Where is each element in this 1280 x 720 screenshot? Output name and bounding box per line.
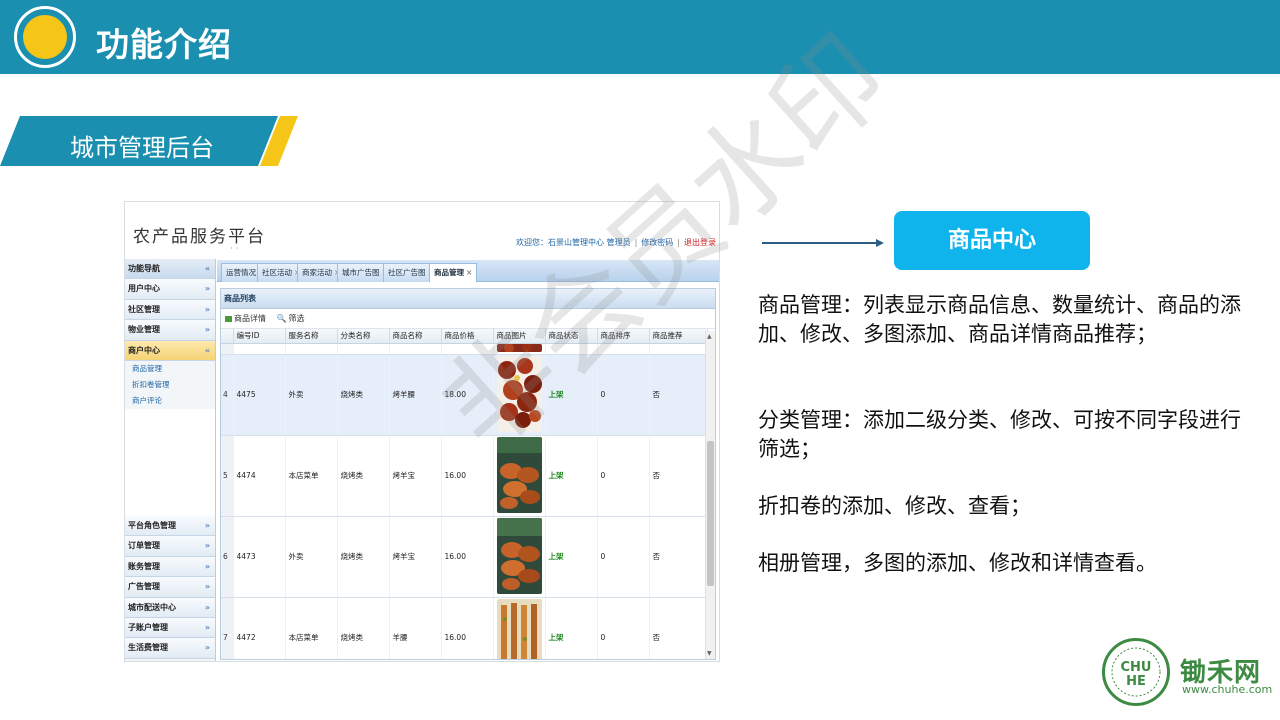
sidebar: 功能导航 « 用户中心» 社区管理» 物业管理» 商户中心 « 商品管理 折扣卷管理… — [125, 259, 216, 661]
tab-bar: 运营情况 社区活动× 商家活动× 城市广告图× 社区广告图× 商品管理× — [217, 260, 719, 282]
logout-link[interactable]: 退出登录 — [684, 238, 716, 247]
sidebar-sub-reviews[interactable]: 商户评论 — [125, 393, 215, 409]
column-header: 商品价格 — [441, 329, 494, 344]
sidebar-item-ads[interactable]: 广告管理» — [125, 577, 215, 598]
description-goods-management: 商品管理：列表显示商品信息、数量统计、商品的添加、修改、多图添加、商品详情商品推… — [758, 293, 1241, 346]
chevron-down-icon: » — [204, 561, 210, 571]
food-image — [496, 436, 542, 513]
description-coupons: 折扣卷的添加、修改、查看； — [758, 494, 1031, 518]
chevron-down-icon: » — [204, 622, 210, 632]
chevron-down-icon: » — [204, 284, 210, 294]
chevron-down-icon: » — [204, 325, 210, 335]
arrow-right-icon — [876, 239, 884, 247]
brand-url[interactable]: www.chuhe.com — [1182, 683, 1272, 696]
sidebar-item-subaccounts[interactable]: 子账户管理» — [125, 617, 215, 639]
column-header: 商品图片 — [493, 329, 546, 344]
sidebar-item-living-fees[interactable]: 生活费管理» — [125, 638, 215, 659]
sidebar-item-orders[interactable]: 订单管理» — [125, 536, 215, 557]
chevron-down-icon: » — [204, 643, 210, 653]
table-row-partial — [221, 343, 708, 355]
description-albums: 相册管理，多图的添加、修改和详情查看。 — [758, 551, 1157, 575]
chevron-down-icon: » — [204, 602, 210, 612]
chuhe-logo: CHU HE — [1102, 638, 1170, 706]
chevron-down-icon: » — [204, 304, 210, 314]
sidebar-item-roles[interactable]: 平台角色管理» — [125, 515, 215, 537]
goods-list-panel: 商品列表 商品详情 🔍筛选 编号ID 服务名称 分类名称 商品名称 商品价格 — [220, 288, 716, 660]
goods-table: 编号ID 服务名称 分类名称 商品名称 商品价格 商品图片 商品状态 商品排序 … — [221, 329, 708, 659]
slide-title: 功能介绍 — [96, 25, 232, 64]
table-header: 编号ID 服务名称 分类名称 商品名称 商品价格 商品图片 商品状态 商品排序 … — [221, 329, 708, 344]
chevron-down-icon: » — [204, 541, 210, 551]
sidebar-sub-goods[interactable]: 商品管理 — [125, 361, 215, 377]
chevron-up-icon: « — [204, 345, 210, 355]
app-title: 农产品服务平台 — [133, 227, 266, 247]
filter-button[interactable]: 🔍 筛选 — [277, 314, 305, 323]
sidebar-item-user-center[interactable]: 用户中心» — [125, 279, 215, 300]
collapse-icon: « — [204, 264, 210, 273]
scroll-up-icon: ▲ — [707, 333, 712, 340]
app-title-dots: · · — [230, 244, 239, 254]
column-header: 商品状态 — [545, 329, 598, 344]
table-row[interactable]: 4 4475 外卖 烧烤类 烤羊腰 18.00 上架 0 否 — [221, 354, 708, 436]
slide: 功能介绍 城市管理后台 农产品服务平台 · · 欢迎您：石景山管理中心 管理员 |… — [0, 0, 1280, 720]
column-header: 商品推荐 — [649, 329, 708, 344]
title-banner: 功能介绍 — [0, 0, 1280, 74]
chevron-down-icon: » — [204, 582, 210, 592]
sidebar-item-merchant-center[interactable]: 商户中心 « — [125, 340, 215, 361]
tab-operations[interactable]: 运营情况 — [221, 263, 261, 282]
welcome-text: 欢迎您：石景山管理中心 管理员 — [516, 238, 631, 247]
sidebar-sub-coupons[interactable]: 折扣卷管理 — [125, 377, 215, 393]
food-image — [496, 343, 542, 353]
food-image — [496, 517, 542, 594]
table-row[interactable]: 5 4474 本店菜单 烧烤类 烤羊宝 16.00 上架 0 否 — [221, 435, 708, 517]
goods-center-callout: 商品中心 — [894, 211, 1090, 270]
goods-detail-button[interactable]: 商品详情 — [225, 314, 266, 323]
tab-goods-management[interactable]: 商品管理 × — [429, 263, 478, 282]
admin-screenshot: 农产品服务平台 · · 欢迎您：石景山管理中心 管理员 | 修改密码 | 退出登录 功能… — [124, 201, 720, 662]
sidebar-item-accounts[interactable]: 账务管理» — [125, 556, 215, 578]
sidebar-header: 功能导航 « — [125, 259, 215, 280]
list-title: 商品列表 — [221, 289, 715, 309]
food-image — [496, 355, 542, 432]
user-bar: 欢迎您：石景山管理中心 管理员 | 修改密码 | 退出登录 — [516, 238, 716, 247]
description-category-management: 分类管理：添加二级分类、修改、可按不同字段进行筛选； — [758, 408, 1241, 461]
chevron-down-icon: » — [204, 520, 210, 530]
scroll-thumb[interactable] — [707, 441, 714, 586]
svg-text:CHU: CHU — [1121, 660, 1152, 675]
change-password-link[interactable]: 修改密码 — [641, 238, 673, 247]
sun-icon — [14, 6, 76, 68]
table-row[interactable]: 7 4472 本店菜单 烧烤类 羊腰 16.00 上架 0 否 — [221, 597, 708, 659]
grid-icon — [225, 315, 232, 322]
arrow-connector — [762, 242, 878, 244]
food-image — [496, 598, 542, 659]
search-icon: 🔍 — [276, 314, 287, 323]
sidebar-item-community[interactable]: 社区管理» — [125, 299, 215, 321]
column-header: 商品名称 — [389, 329, 442, 344]
section-title: 城市管理后台 — [70, 134, 214, 162]
column-header: 商品排序 — [597, 329, 650, 344]
sidebar-item-property[interactable]: 物业管理» — [125, 320, 215, 341]
table-row[interactable]: 6 4473 外卖 烧烤类 烤羊宝 16.00 上架 0 否 — [221, 516, 708, 598]
svg-text:HE: HE — [1126, 674, 1146, 689]
close-icon: × — [466, 268, 473, 277]
list-toolbar: 商品详情 🔍 筛选 — [221, 309, 715, 329]
column-header: 分类名称 — [337, 329, 390, 344]
sidebar-item-delivery[interactable]: 城市配送中心» — [125, 597, 215, 618]
column-header: 编号ID — [233, 329, 286, 344]
column-header: 服务名称 — [285, 329, 338, 344]
scroll-down-icon: ▼ — [707, 650, 712, 657]
vertical-scrollbar[interactable]: ▲ ▼ — [705, 331, 715, 659]
